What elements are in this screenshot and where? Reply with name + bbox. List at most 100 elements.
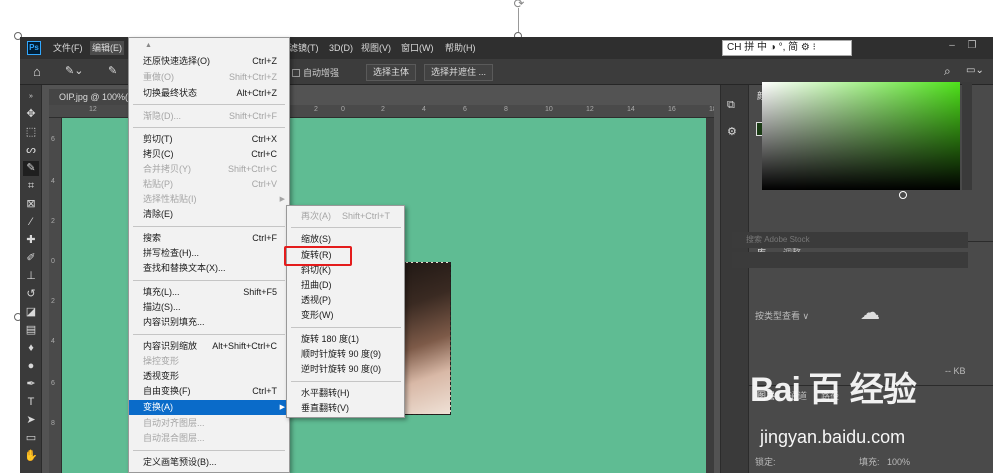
menu-item[interactable]: 重做(O) Shift+Ctrl+Z xyxy=(129,70,289,85)
menu-separator xyxy=(291,327,401,328)
quick-select-preset-icon[interactable]: ✎⌄ xyxy=(65,64,83,77)
menu-item-shortcut: Alt+Shift+Ctrl+C xyxy=(212,341,277,351)
blur-tool-icon[interactable]: ♦ xyxy=(23,341,39,356)
menu-item[interactable]: 自动混合图层... xyxy=(129,431,289,446)
menu-item[interactable]: 切换最终状态 Alt+Ctrl+Z xyxy=(129,86,289,101)
minimize-icon[interactable]: – xyxy=(944,40,960,54)
hue-slider[interactable] xyxy=(962,82,972,190)
menu-item[interactable]: 拼写检查(H)... xyxy=(129,246,289,261)
menu-scroll-up-icon[interactable]: ▲ xyxy=(145,42,152,49)
menu-item[interactable]: 透视(P) xyxy=(287,293,404,308)
menu-item[interactable]: 旋转 180 度(1) xyxy=(287,332,404,347)
history-brush-icon[interactable]: ↺ xyxy=(23,287,39,302)
menu-item-label: 自动对齐图层... xyxy=(143,418,205,428)
menu-item-label: 还原快速选择(O) xyxy=(143,56,210,66)
menu-item[interactable]: 内容识别缩放 Alt+Shift+Ctrl+C xyxy=(129,339,289,354)
menu-item[interactable]: 水平翻转(H) xyxy=(287,386,404,401)
menu-item[interactable]: 再次(A) Shift+Ctrl+T xyxy=(287,209,404,224)
menu-item[interactable]: 描边(S)... xyxy=(129,300,289,315)
brush-tool-icon[interactable]: ✐ xyxy=(23,251,39,266)
restore-icon[interactable]: ❐ xyxy=(964,40,980,54)
menu-item[interactable]: 合并拷贝(Y) Shift+Ctrl+C xyxy=(129,162,289,177)
crop-tool-icon[interactable]: ⌗ xyxy=(23,179,39,194)
rotate-handle-icon[interactable]: ⟳ xyxy=(510,0,528,11)
select-and-mask-button[interactable]: 选择并遮住 ... xyxy=(424,64,494,81)
menu-item[interactable]: 缩放(S) xyxy=(287,232,404,247)
library-search-input[interactable]: 搜索 Adobe Stock xyxy=(732,232,968,248)
shape-tool-icon[interactable]: ▭ xyxy=(23,431,39,446)
color-picker-field[interactable] xyxy=(762,82,960,190)
menu-item[interactable]: 粘贴(P) Ctrl+V xyxy=(129,177,289,192)
ruler-tick: 6 xyxy=(463,106,467,113)
menu-item-label: 操控变形 xyxy=(143,356,180,366)
eyedropper-tool-icon[interactable]: ⁄ xyxy=(23,215,39,230)
menu-item[interactable]: 搜索 Ctrl+F xyxy=(129,231,289,246)
menu-item[interactable]: 还原快速选择(O) Ctrl+Z xyxy=(129,54,289,69)
menu-item[interactable]: 查找和替换文本(X)... xyxy=(129,261,289,276)
menu-item[interactable]: 填充(L)... Shift+F5 xyxy=(129,285,289,300)
menu-item[interactable]: 拷贝(C) Ctrl+C xyxy=(129,147,289,162)
menu-separator xyxy=(291,227,401,228)
healing-tool-icon[interactable]: ✚ xyxy=(23,233,39,248)
ime-toolbar[interactable]: CH 拼 中 ◑ °, 简 ⚙ ⁝ xyxy=(722,40,852,56)
menu-item-label: 重做(O) xyxy=(143,72,174,82)
menu-separator xyxy=(133,334,285,335)
select-subject-button[interactable]: 选择主体 xyxy=(366,64,417,81)
menu-item[interactable]: 自由变换(F) Ctrl+T xyxy=(129,384,289,399)
menu-item[interactable]: 逆时针旋转 90 度(0) xyxy=(287,362,404,377)
lasso-tool-icon[interactable]: ᔕ xyxy=(23,143,39,158)
menu-item[interactable]: 操控变形 xyxy=(129,354,289,369)
quick-select-new-icon[interactable]: ✎ xyxy=(108,64,117,77)
menu-item[interactable]: 定义画笔预设(B)... xyxy=(129,455,289,470)
menu-filter[interactable]: 滤镜(T) xyxy=(289,41,319,55)
marquee-tool-icon[interactable]: ⬚ xyxy=(23,125,39,140)
color-picker-marker[interactable] xyxy=(899,191,907,199)
menu-item-label: 透视(P) xyxy=(301,295,331,305)
search-icon[interactable]: ⌕ xyxy=(944,64,951,79)
fill-label: 填充: xyxy=(859,457,880,467)
menu-view[interactable]: 视图(V) xyxy=(361,41,391,55)
library-size: -- KB xyxy=(945,366,966,376)
hand-tool-icon[interactable]: ✋ xyxy=(23,449,39,464)
menu-item-transform[interactable]: 变换(A) ▶ xyxy=(129,400,289,415)
menu-item-label: 水平翻转(H) xyxy=(301,388,350,398)
auto-enhance-checkbox[interactable]: 自动增强 xyxy=(292,66,339,79)
collapse-icon[interactable]: » xyxy=(23,89,39,104)
menu-item[interactable]: 顺时针旋转 90 度(9) xyxy=(287,347,404,362)
gradient-tool-icon[interactable]: ▤ xyxy=(23,323,39,338)
menu-item[interactable]: 渐隐(D)... Shift+Ctrl+F xyxy=(129,109,289,124)
menu-item[interactable]: 扭曲(D) xyxy=(287,278,404,293)
move-tool-icon[interactable]: ✥ xyxy=(23,107,39,122)
menu-item[interactable]: 选择性粘贴(I) ▶ xyxy=(129,192,289,207)
type-tool-icon[interactable]: T xyxy=(23,395,39,410)
library-dropdown[interactable] xyxy=(732,252,968,268)
group-by-dropdown[interactable]: 按类型查看 ∨ xyxy=(755,307,809,325)
menu-window[interactable]: 窗口(W) xyxy=(401,41,434,55)
menu-item[interactable]: 透视变形 xyxy=(129,369,289,384)
menu-item[interactable]: 自动对齐图层... xyxy=(129,416,289,431)
frame-tool-icon[interactable]: ⊠ xyxy=(23,197,39,212)
menu-item[interactable]: 垂直翻转(V) xyxy=(287,401,404,416)
canvas-scrollbar[interactable] xyxy=(706,118,714,473)
menu-file[interactable]: 文件(F) xyxy=(53,41,83,55)
stamp-tool-icon[interactable]: ⊥ xyxy=(23,269,39,284)
pen-tool-icon[interactable]: ✒ xyxy=(23,377,39,392)
menu-item-label: 拼写检查(H)... xyxy=(143,248,199,258)
dodge-tool-icon[interactable]: ● xyxy=(23,359,39,374)
menu-item-shortcut: Ctrl+T xyxy=(252,386,277,396)
menu-help[interactable]: 帮助(H) xyxy=(445,41,476,55)
menu-item[interactable]: 清除(E) xyxy=(129,207,289,222)
workspace-icon[interactable]: ▭⌄ xyxy=(966,65,984,76)
history-panel-icon[interactable]: ⧉ xyxy=(727,99,735,112)
menu-item[interactable]: 变形(W) xyxy=(287,308,404,323)
fill-value[interactable]: 100% xyxy=(887,453,910,471)
quick-selection-tool-icon[interactable]: ✎ xyxy=(23,161,39,176)
path-select-icon[interactable]: ➤ xyxy=(23,413,39,428)
home-icon[interactable]: ⌂ xyxy=(33,64,49,80)
properties-panel-icon[interactable]: ⚙ xyxy=(727,125,737,138)
eraser-tool-icon[interactable]: ◪ xyxy=(23,305,39,320)
menu-edit[interactable]: 编辑(E) xyxy=(90,41,124,55)
menu-item[interactable]: 内容识别填充... xyxy=(129,315,289,330)
menu-3d[interactable]: 3D(D) xyxy=(329,41,353,55)
menu-item[interactable]: 剪切(T) Ctrl+X xyxy=(129,132,289,147)
